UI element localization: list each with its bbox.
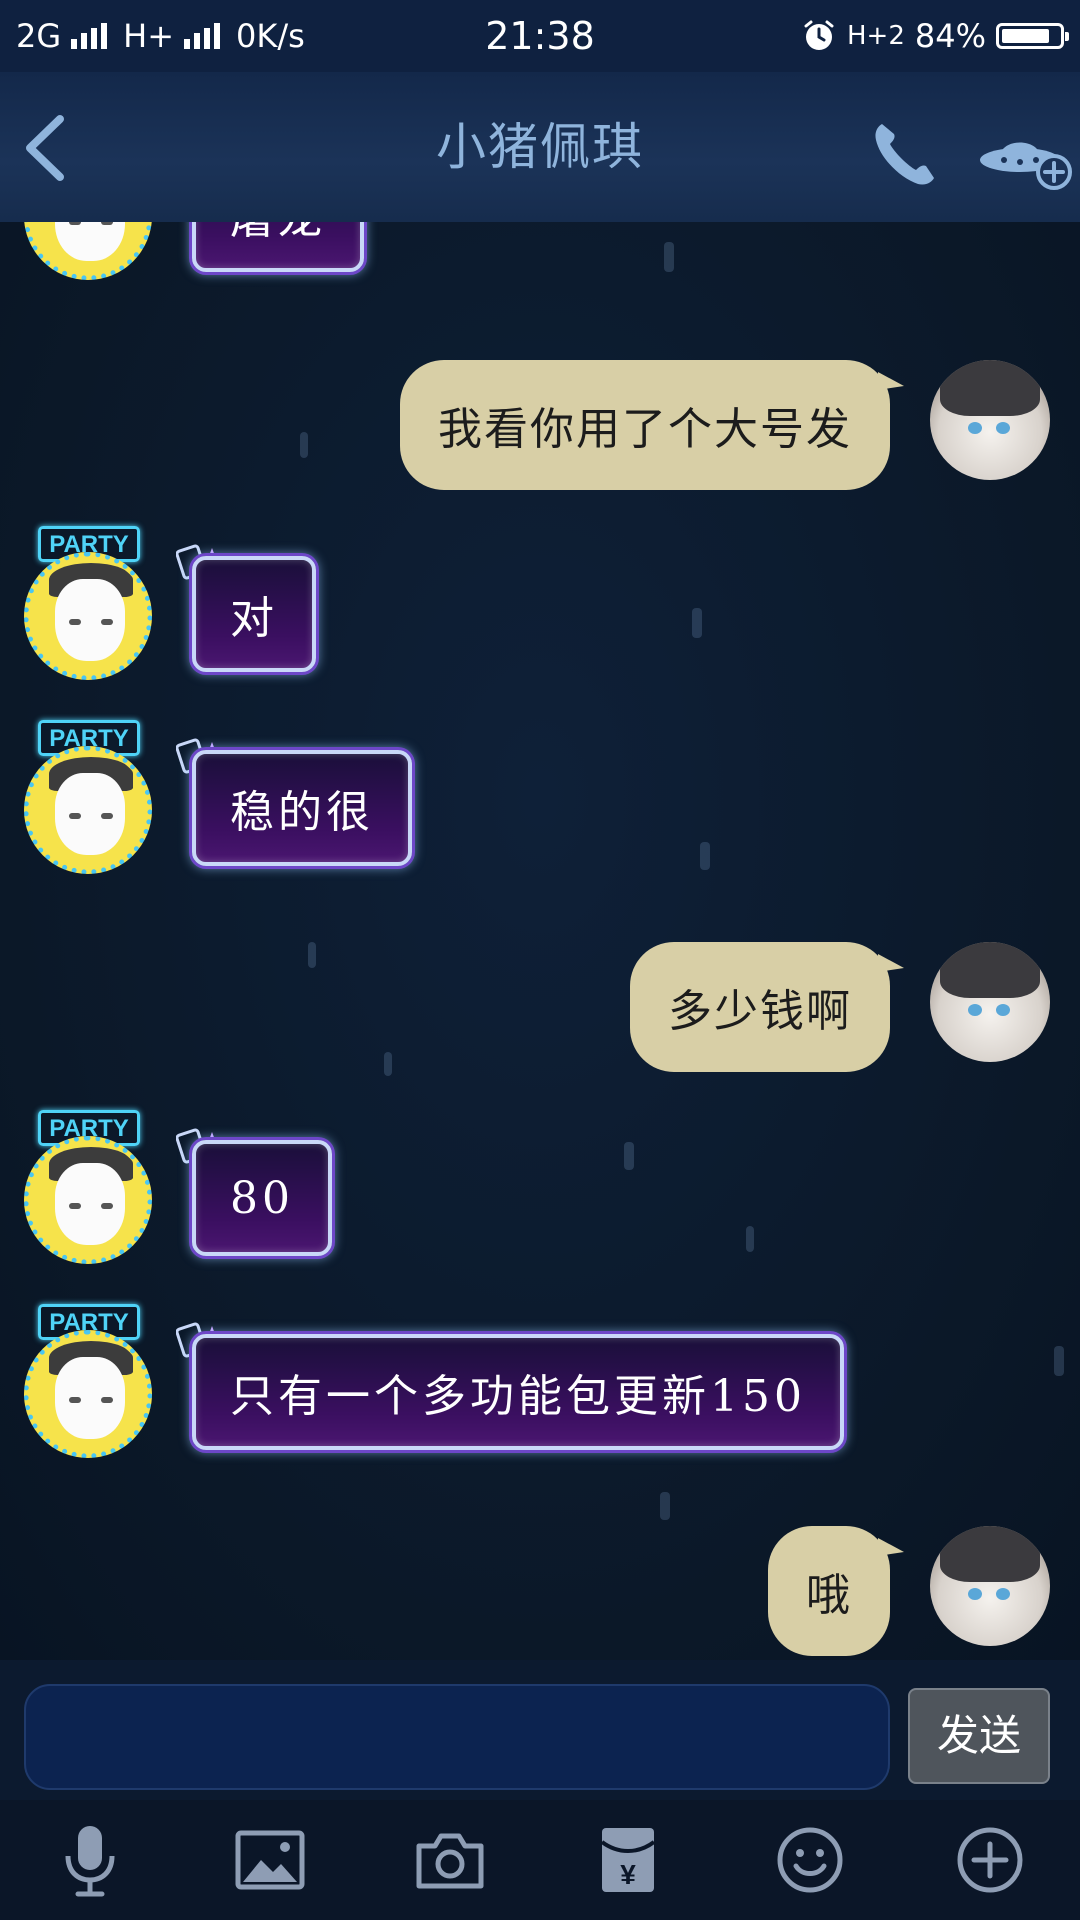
microphone-icon — [65, 1826, 115, 1897]
battery-percent: 84% — [914, 17, 986, 55]
contact-avatar[interactable] — [24, 1330, 152, 1458]
emoji-button[interactable] — [770, 1820, 850, 1900]
contact-avatar[interactable] — [24, 552, 152, 680]
message-bubble-right[interactable]: 多少钱啊 — [630, 942, 904, 1072]
camera-button[interactable] — [410, 1820, 490, 1900]
my-avatar[interactable] — [930, 1526, 1050, 1646]
more-button[interactable] — [950, 1820, 1030, 1900]
plus-icon — [957, 1827, 1023, 1893]
message-row-right: 哦 — [0, 1526, 1080, 1660]
phone-icon — [875, 124, 934, 185]
contact-avatar[interactable] — [24, 222, 152, 280]
message-text: 我看你用了个大号发 — [438, 404, 852, 455]
svg-text:¥: ¥ — [620, 1859, 636, 1890]
my-avatar[interactable] — [930, 360, 1050, 480]
message-bubble-right[interactable]: 我看你用了个大号发 — [400, 360, 904, 490]
message-bubble-left[interactable]: 屠龙 — [192, 222, 364, 272]
message-row-left: PARTY 只有一个多功能包更新150 — [0, 1294, 1080, 1458]
emoji-icon — [777, 1827, 843, 1893]
message-text: 只有一个多功能包更新150 — [230, 1371, 806, 1422]
message-text: 对 — [230, 593, 278, 644]
my-avatar[interactable] — [930, 942, 1050, 1062]
camera-icon — [416, 1833, 484, 1889]
status-bar: 2G H+ 0K/s 21:38 H+2 84% — [0, 0, 1080, 72]
message-row-right: 多少钱啊 — [0, 942, 1080, 1076]
title-bar: 小猪佩琪 — [0, 72, 1080, 224]
message-input[interactable] — [24, 1684, 890, 1790]
alarm-icon — [804, 20, 834, 50]
message-text: 多少钱啊 — [668, 986, 852, 1037]
more-ufo-button[interactable] — [978, 120, 1074, 196]
contact-avatar[interactable] — [24, 1136, 152, 1264]
image-icon — [235, 1830, 305, 1890]
bg-streak — [660, 1492, 670, 1520]
bottom-toolbar: ¥ — [0, 1800, 1080, 1920]
red-packet-button[interactable]: ¥ — [588, 1820, 668, 1900]
input-bar: 发送 — [0, 1660, 1080, 1800]
send-button[interactable]: 发送 — [908, 1688, 1050, 1784]
message-text: 哦 — [806, 1570, 852, 1621]
status-right: H+2 84% — [801, 0, 1069, 72]
red-packet-icon: ¥ — [600, 1828, 656, 1892]
image-button[interactable] — [230, 1820, 310, 1900]
voice-button[interactable] — [50, 1820, 130, 1900]
message-text: 屠龙 — [230, 222, 326, 246]
call-button[interactable] — [868, 116, 944, 192]
message-bubble-left[interactable]: 只有一个多功能包更新150 — [192, 1334, 844, 1450]
message-bubble-right[interactable]: 哦 — [768, 1526, 904, 1656]
message-bubble-left[interactable]: 对 — [192, 556, 316, 672]
contact-avatar[interactable] — [24, 746, 152, 874]
message-text: 80 — [230, 1172, 294, 1224]
message-text: 稳的很 — [230, 787, 374, 838]
message-row-left: 屠龙 — [0, 222, 1080, 282]
message-row-right: 我看你用了个大号发 — [0, 360, 1080, 494]
message-bubble-left[interactable]: 80 — [192, 1140, 332, 1256]
message-row-left: PARTY 80 — [0, 1100, 1080, 1264]
ufo-add-icon — [980, 142, 1072, 190]
battery-icon — [996, 23, 1069, 49]
message-bubble-left[interactable]: 稳的很 — [192, 750, 412, 866]
message-row-left: PARTY 稳的很 — [0, 710, 1080, 874]
chat-area[interactable]: 屠龙 我看你用了个大号发 PARTY 对 PARTY — [0, 222, 1080, 1660]
message-row-left: PARTY 对 — [0, 516, 1080, 680]
network-type-3: H+2 — [846, 21, 905, 51]
